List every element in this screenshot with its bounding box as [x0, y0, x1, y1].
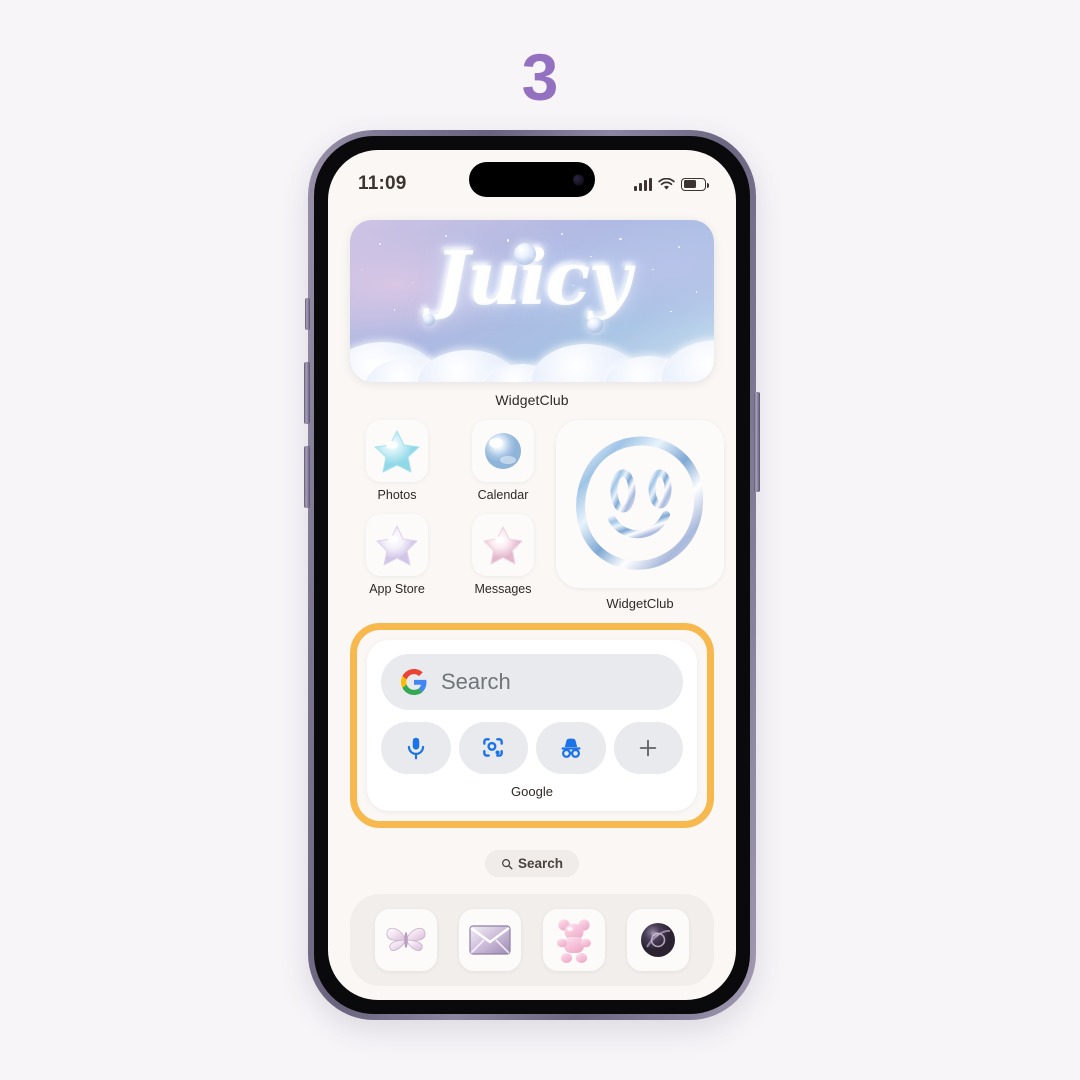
volume-up-button[interactable] — [304, 362, 310, 424]
app-icon-app-store[interactable]: App Store — [350, 514, 444, 596]
google-lens-button[interactable] — [458, 722, 528, 774]
widget-google[interactable]: Search Google — [367, 640, 697, 811]
dock — [350, 894, 714, 986]
widget-smiley-art[interactable] — [556, 420, 724, 588]
cellular-bars-icon — [634, 177, 652, 191]
google-voice-button[interactable] — [381, 722, 451, 774]
widget-juicy-label: WidgetClub — [495, 392, 569, 408]
widget-smiley-container[interactable]: WidgetClub — [556, 420, 724, 611]
google-g-icon — [401, 669, 427, 695]
search-pill-container: Search — [350, 850, 714, 877]
dark-orb-icon — [641, 923, 675, 957]
widget-juicy-container[interactable]: Juicy WidgetClub — [350, 220, 714, 408]
status-indicators — [634, 177, 709, 191]
widget-google-label: Google — [511, 784, 553, 799]
phone-mockup: 11:09 Juicy WidgetClub Photos Calendar A… — [304, 130, 760, 1020]
app-label: Photos — [377, 488, 417, 502]
pink-star-icon[interactable] — [472, 514, 534, 576]
clouds-decoration — [350, 320, 714, 382]
app-grid-2x2: Photos Calendar App Store Messages — [350, 420, 550, 596]
phone-bezel: 11:09 Juicy WidgetClub Photos Calendar A… — [314, 136, 750, 1014]
dock-item-mail[interactable] — [459, 909, 521, 971]
app-icon-photos[interactable]: Photos — [350, 420, 444, 502]
magnifier-icon — [501, 858, 513, 870]
plus-icon — [640, 739, 657, 757]
app-icon-messages[interactable]: Messages — [456, 514, 550, 596]
home-screen: Juicy WidgetClub Photos Calendar App Sto… — [328, 204, 736, 1000]
status-time: 11:09 — [358, 173, 407, 194]
dock-item-camera[interactable] — [627, 909, 689, 971]
status-bar: 11:09 — [328, 150, 736, 204]
app-icon-calendar[interactable]: Calendar — [456, 420, 550, 502]
google-add-button[interactable] — [613, 722, 683, 774]
wifi-icon — [658, 177, 675, 190]
volume-down-button[interactable] — [304, 446, 310, 508]
widget-smiley-label: WidgetClub — [606, 596, 674, 611]
chrome-smiley-icon — [576, 436, 704, 570]
widget-juicy-art[interactable]: Juicy — [350, 220, 714, 382]
dynamic-island — [469, 162, 595, 197]
lens-camera-icon — [483, 738, 504, 757]
step-number: 3 — [521, 40, 559, 114]
google-incognito-button[interactable] — [536, 722, 606, 774]
gummy-bear-icon — [557, 919, 591, 963]
pearl-sphere-icon[interactable] — [472, 420, 534, 482]
app-label: Messages — [474, 582, 532, 596]
google-search-input[interactable]: Search — [381, 654, 683, 710]
microphone-icon — [407, 737, 424, 760]
incognito-hat-icon — [561, 738, 581, 758]
app-label: App Store — [369, 582, 425, 596]
lavender-star-icon[interactable] — [366, 514, 428, 576]
front-camera-icon — [573, 174, 584, 185]
home-search-button[interactable]: Search — [484, 850, 580, 877]
butterfly-icon — [386, 927, 426, 951]
phone-screen: 11:09 Juicy WidgetClub Photos Calendar A… — [328, 150, 736, 1000]
google-action-row — [381, 722, 683, 774]
google-search-placeholder: Search — [441, 669, 511, 694]
highlight-outline: Search Google — [350, 623, 714, 828]
bubble-decoration — [513, 242, 536, 265]
battery-icon — [681, 177, 709, 191]
home-search-label: Search — [517, 856, 564, 871]
cyan-star-icon[interactable] — [366, 420, 428, 482]
envelope-icon — [469, 925, 511, 955]
power-button[interactable] — [754, 392, 760, 492]
silent-switch-button[interactable] — [305, 298, 310, 330]
dock-item-butterfly[interactable] — [375, 909, 437, 971]
app-label: Calendar — [477, 488, 529, 502]
app-grid-row: Photos Calendar App Store Messages Widge… — [350, 420, 724, 611]
dock-item-gummy-bear[interactable] — [543, 909, 605, 971]
